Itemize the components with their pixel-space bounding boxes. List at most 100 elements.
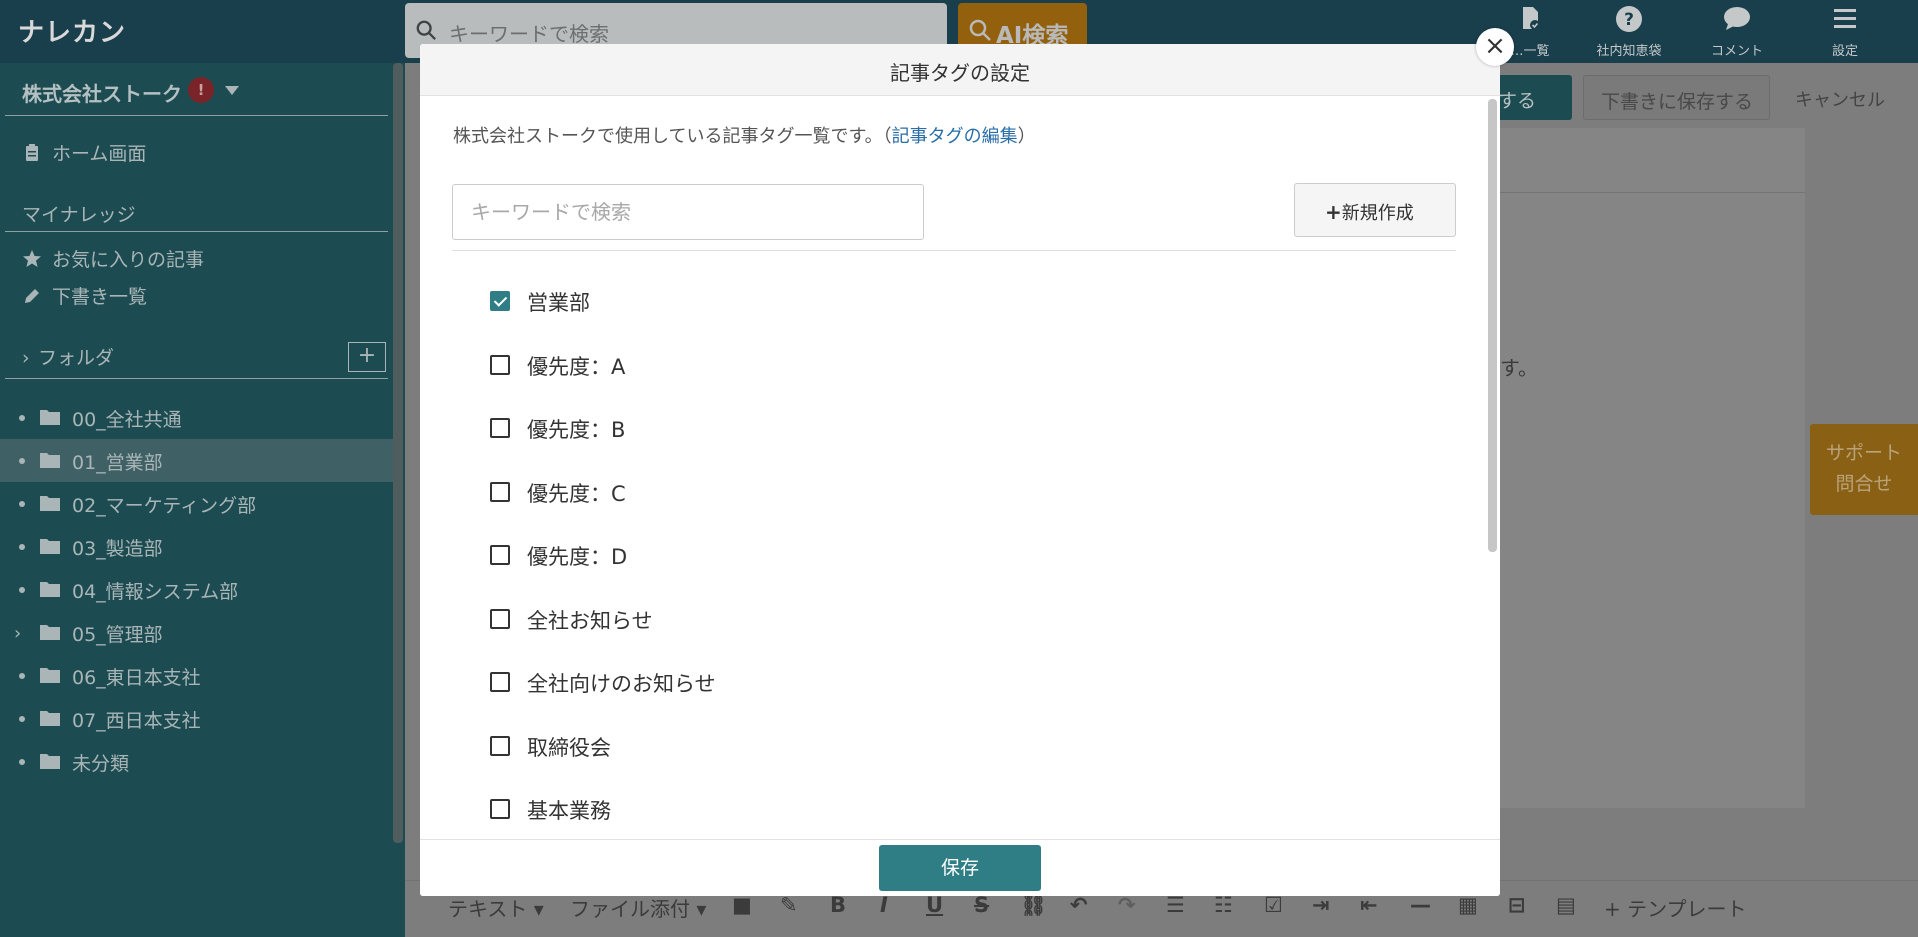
nav-label: 設定: [1831, 44, 1858, 59]
tag-search-input[interactable]: [452, 184, 924, 240]
modal-scrollbar[interactable]: [1488, 99, 1497, 552]
sidebar: 株式会社ストーク ! ホーム画面 マイナレッジ お気に入りの記事 下書き一覧 ›…: [0, 63, 405, 937]
app-logo[interactable]: ナレカン: [18, 12, 126, 49]
nav-qa[interactable]: ? 社内知恵袋: [1584, 0, 1674, 63]
underline-icon[interactable]: U: [926, 893, 943, 917]
collapse-icon[interactable]: ⊟: [1508, 893, 1526, 917]
save-draft-label: 下書きに保存する: [1601, 91, 1754, 113]
folder-item[interactable]: 00_全社共通: [0, 396, 393, 439]
sidebar-item-label: 下書き一覧: [52, 286, 148, 308]
tag-checkbox[interactable]: [490, 735, 510, 756]
horizontal-rule-icon[interactable]: —: [1410, 893, 1431, 917]
search-placeholder: キーワードで検索: [449, 22, 609, 46]
nav-comment[interactable]: コメント: [1692, 0, 1782, 63]
folder-item[interactable]: 02_マーケティング部: [0, 482, 393, 525]
bullet-list-icon[interactable]: ☰: [1166, 893, 1185, 917]
checklist-icon[interactable]: ☑: [1264, 893, 1283, 917]
folder-label: 05_管理部: [72, 624, 163, 646]
bullet-icon: [19, 415, 25, 421]
search-icon: [416, 20, 436, 40]
bullet-icon: [19, 673, 25, 679]
folder-item[interactable]: 04_情報システム部: [0, 568, 393, 611]
tag-item[interactable]: 優先度：B: [490, 409, 1090, 449]
tag-item[interactable]: 全社向けのお知らせ: [490, 663, 1090, 703]
tag-item[interactable]: 営業部: [490, 282, 1090, 322]
bold-icon[interactable]: B: [830, 893, 846, 917]
save-button[interactable]: 保存: [879, 845, 1041, 891]
tag-item[interactable]: 優先度：A: [490, 346, 1090, 386]
book-icon[interactable]: ▤: [1556, 893, 1576, 917]
tag-checkbox[interactable]: [490, 291, 510, 311]
support-button[interactable]: サポート 問合せ: [1810, 424, 1918, 515]
text-style-dropdown[interactable]: テキスト ▾: [448, 893, 544, 922]
tag-item[interactable]: 基本業務: [490, 790, 1090, 830]
indent-icon[interactable]: ⇥: [1312, 893, 1330, 917]
tag-item[interactable]: 優先度：C: [490, 473, 1090, 513]
svg-text:?: ?: [1624, 10, 1634, 30]
strikethrough-icon[interactable]: S: [974, 893, 989, 917]
outdent-icon[interactable]: ⇤: [1360, 893, 1378, 917]
publish-button[interactable]: する: [1490, 75, 1572, 120]
tag-checkbox[interactable]: [490, 354, 510, 375]
editor-area: [1500, 128, 1805, 808]
tag-checkbox[interactable]: [490, 672, 510, 692]
folder-label: 07_西日本支社: [72, 710, 201, 732]
folder-icon: [40, 410, 60, 425]
folder-item[interactable]: 06_東日本支社: [0, 654, 393, 697]
support-label: 問合せ: [1835, 473, 1893, 495]
divider: [452, 250, 1456, 251]
italic-icon[interactable]: I: [880, 893, 888, 917]
folder-item[interactable]: 07_西日本支社: [0, 697, 393, 740]
tag-item[interactable]: 優先度：D: [490, 536, 1090, 576]
tag-settings-modal: 記事タグの設定 株式会社ストークで使用している記事タグ一覧です。（記事タグの編集…: [420, 44, 1500, 896]
table-icon[interactable]: ▦: [1458, 893, 1478, 917]
sidebar-item-label: ホーム画面: [52, 143, 147, 165]
sidebar-item-favorites[interactable]: お気に入りの記事: [22, 245, 204, 272]
new-tag-button[interactable]: +新規作成: [1294, 183, 1456, 237]
tag-item[interactable]: 全社お知らせ: [490, 600, 1090, 640]
editor-text: す。: [1500, 356, 1538, 380]
intro-close: ）: [1017, 126, 1036, 147]
company-name[interactable]: 株式会社ストーク: [22, 78, 182, 107]
tag-checkbox[interactable]: [490, 418, 510, 438]
folder-label: 未分類: [72, 753, 130, 775]
divider: [5, 231, 388, 232]
tag-item[interactable]: 取締役会: [490, 727, 1090, 767]
tag-label: 優先度：D: [527, 545, 628, 569]
save-draft-button[interactable]: 下書きに保存する: [1583, 75, 1770, 120]
numbered-list-icon[interactable]: ☷: [1214, 893, 1233, 917]
redo-icon[interactable]: ↷: [1118, 893, 1136, 917]
chevron-right-icon[interactable]: ›: [14, 623, 21, 644]
tag-checkbox[interactable]: [490, 545, 510, 565]
caret-down-icon[interactable]: [225, 86, 239, 95]
highlighter-icon[interactable]: ✎: [780, 893, 798, 917]
document-check-icon: [1523, 7, 1540, 30]
tag-checkbox[interactable]: [490, 608, 510, 629]
color-icon[interactable]: ■: [732, 893, 752, 917]
folder-heading[interactable]: › フォルダ: [22, 343, 114, 370]
folder-item[interactable]: 未分類: [0, 740, 393, 783]
plus-icon: +: [1325, 200, 1342, 224]
attach-file-dropdown[interactable]: ファイル添付 ▾: [570, 893, 706, 922]
cancel-button[interactable]: キャンセル: [1795, 86, 1885, 112]
publish-label: する: [1498, 90, 1537, 112]
my-knowledge-heading: マイナレッジ: [22, 204, 136, 226]
nav-settings[interactable]: 設定: [1800, 0, 1890, 63]
folder-label: 03_製造部: [72, 538, 163, 560]
sidebar-item-home[interactable]: ホーム画面: [22, 139, 146, 166]
undo-icon[interactable]: ↶: [1070, 893, 1088, 917]
close-icon[interactable]: ×: [1476, 28, 1514, 66]
link-icon[interactable]: ⛓: [1020, 893, 1047, 918]
folder-item[interactable]: 01_営業部: [0, 439, 393, 482]
tag-checkbox[interactable]: [490, 799, 510, 819]
template-button[interactable]: + テンプレート: [1604, 893, 1747, 922]
sidebar-item-drafts[interactable]: 下書き一覧: [22, 282, 147, 309]
divider: [5, 378, 388, 379]
tag-checkbox[interactable]: [490, 481, 510, 502]
modal-intro: 株式会社ストークで使用している記事タグ一覧です。（記事タグの編集）: [453, 122, 1036, 148]
edit-tags-link[interactable]: 記事タグの編集: [892, 126, 1018, 147]
sidebar-scrollbar[interactable]: [393, 63, 403, 843]
add-folder-button[interactable]: +: [348, 342, 386, 372]
folder-item[interactable]: 03_製造部: [0, 525, 393, 568]
folder-item[interactable]: › 05_管理部: [0, 611, 393, 654]
